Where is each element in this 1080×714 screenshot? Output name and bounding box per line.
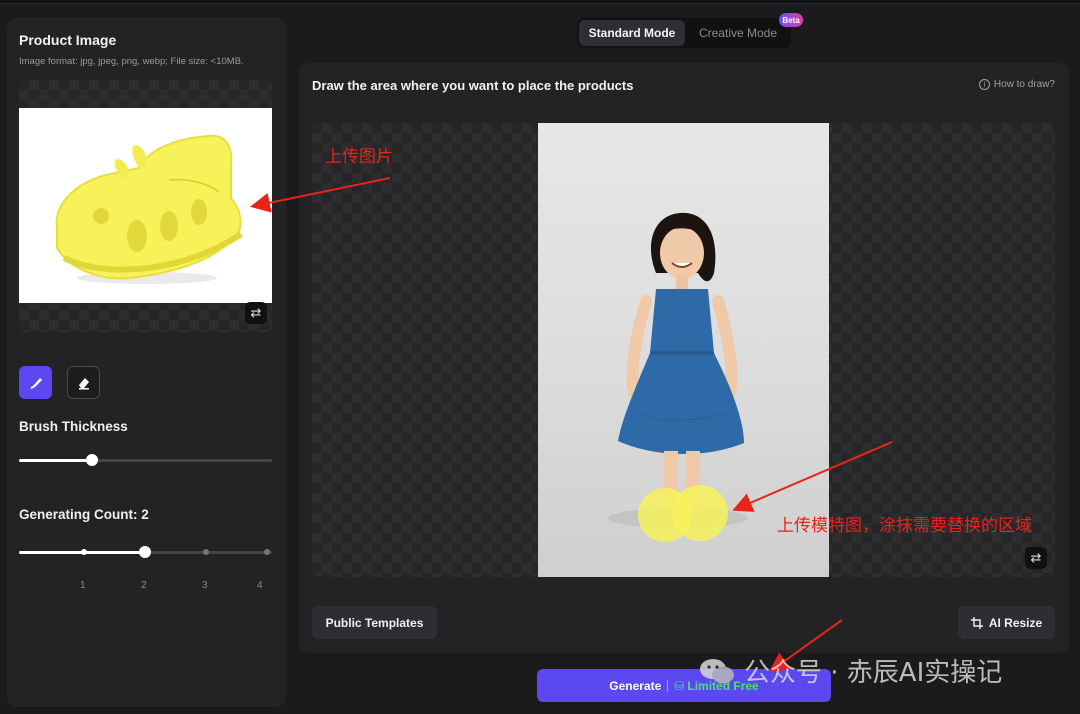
count-tick-label-1: 1 [80,580,86,591]
coin-icon: ⛁ [674,678,685,693]
generating-count-label: Generating Count: 2 [19,507,149,522]
standard-mode-tab[interactable]: Standard Mode [579,20,685,46]
generating-count-slider[interactable] [19,546,272,558]
swap-model-image-button[interactable]: ⇄ [1025,547,1047,569]
count-tick-1[interactable] [81,549,87,555]
brush-thickness-fill [19,459,92,462]
drawing-canvas[interactable]: ⇄ [312,123,1055,577]
count-tick-4[interactable] [264,549,270,555]
wechat-icon [700,658,734,683]
watermark-text: 公众号 · 赤辰AI实操记 [744,658,1003,688]
swap-product-image-button[interactable]: ⇄ [245,302,267,324]
swap-icon: ⇄ [1030,550,1042,565]
info-icon: i [978,79,990,90]
creative-mode-tab[interactable]: Creative Mode [688,20,788,46]
brush-thickness-knob[interactable] [86,454,98,466]
count-tick-3[interactable] [203,549,209,555]
product-shoe-image [19,108,272,303]
public-templates-label: Public Templates [325,615,424,630]
how-to-draw-label: How to draw? [993,79,1055,90]
ai-resize-label: AI Resize [988,615,1043,630]
count-tick-label-3: 3 [202,580,208,591]
beta-badge: Beta [779,13,803,27]
generate-label: Generate [609,678,662,693]
product-image-hint: Image format: jpg, jpeg, png, webp; File… [19,56,244,67]
generating-count-knob[interactable] [139,546,151,558]
swap-icon: ⇄ [250,305,262,320]
public-templates-button[interactable]: Public Templates [312,606,437,639]
top-border [0,0,1080,4]
annotation-upload-model: 上传模特图，涂抹需要替换的区域 [777,516,1032,536]
ai-resize-button[interactable]: AI Resize [958,606,1055,639]
left-panel: Product Image Image format: jpg, jpeg, p… [7,18,286,707]
canvas-panel: Draw the area where you want to place th… [299,63,1069,653]
product-image-title: Product Image [19,32,117,48]
watermark: 公众号 · 赤辰AI实操记 [698,652,1002,689]
brush-tool-button[interactable] [19,366,52,399]
brush-thickness-label: Brush Thickness [19,419,128,434]
annotation-upload-image: 上传图片 [325,147,393,167]
model-photo [538,123,829,577]
generate-divider [667,679,669,692]
count-tick-label-2: 2 [141,580,147,591]
product-image-dropzone[interactable]: ⇄ [19,80,272,332]
brush-icon [29,377,42,389]
eraser-icon [78,377,89,389]
mode-toggle: Standard Mode Creative Mode [577,18,791,48]
eraser-tool-button[interactable] [67,366,100,399]
count-tick-label-4: 4 [257,580,263,591]
brush-thickness-slider[interactable] [19,454,272,466]
how-to-draw-link[interactable]: i How to draw? [978,79,1055,90]
crop-icon [970,616,983,629]
canvas-instruction: Draw the area where you want to place th… [312,78,634,93]
